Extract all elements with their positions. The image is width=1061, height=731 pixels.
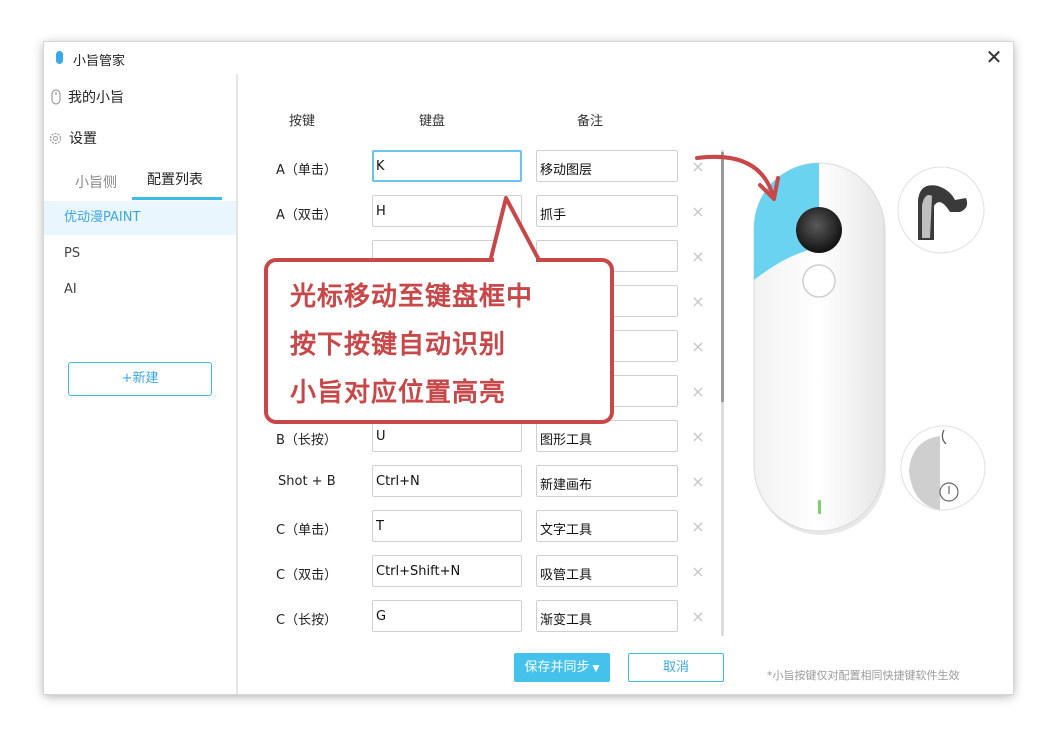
save-sync-button[interactable]: 保存并同步 ▼	[514, 653, 610, 682]
footnote: *小旨按键仅对配置相同快捷键软件生效	[767, 669, 960, 682]
device-illustration	[695, 154, 986, 535]
knob-button	[796, 207, 842, 253]
status-led	[818, 500, 821, 514]
save-sync-label: 保存并同步	[524, 660, 590, 675]
arrow-pointer	[695, 154, 775, 198]
caret-down-icon: ▼	[592, 664, 600, 674]
cancel-button[interactable]: 取消	[628, 653, 724, 682]
side-detail-bubble	[897, 166, 985, 254]
secondary-button	[802, 264, 836, 298]
